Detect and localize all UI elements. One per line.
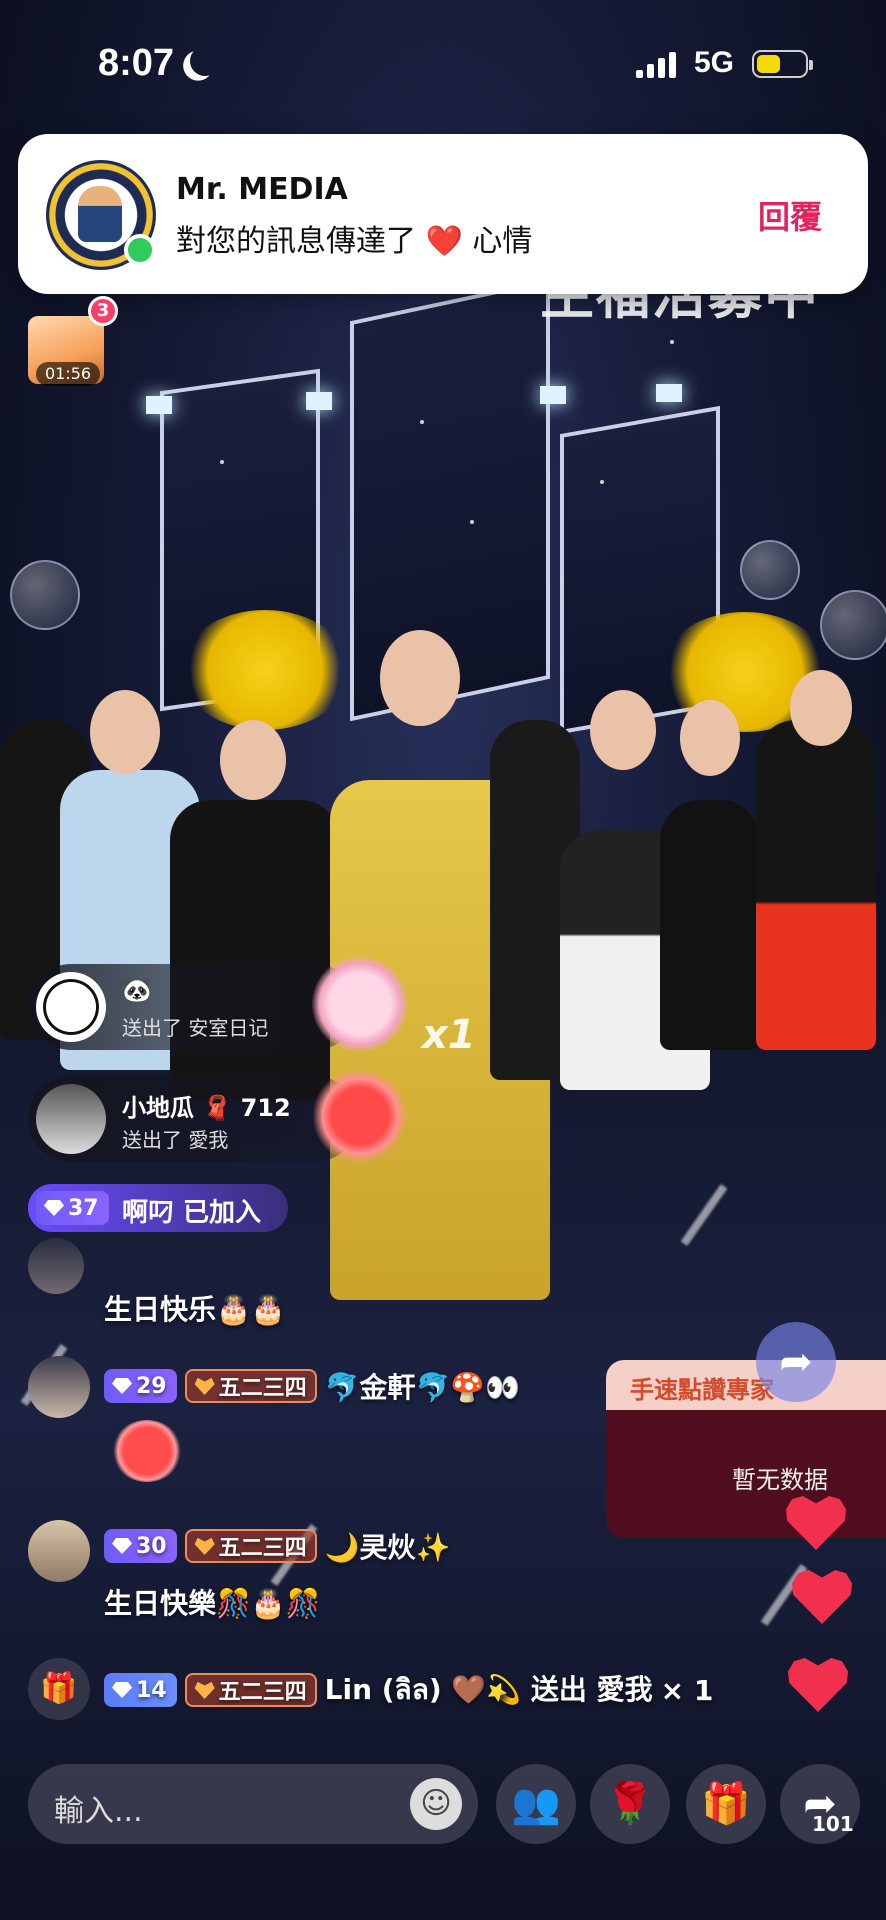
ranking-title: 手速點讚專家 [630,1376,774,1404]
diamond-icon [112,1378,132,1394]
chat-message: 14 五二三四 Lin (ลิล) 🤎💫 送出 愛我 × 1 [104,1668,713,1712]
fan-badge: 五二三四 [184,1673,317,1707]
notification-banner[interactable]: Mr. MEDIA 對您的訊息傳達了 ❤️ 心情 回覆 [18,134,868,294]
level-badge: 14 [104,1673,177,1707]
stage-light [306,392,332,410]
balloon [740,540,800,600]
gift-notification: 小地瓜 🧣 712 送出了 愛我 [28,1068,408,1164]
gift-box-icon[interactable]: 🎁 [28,1658,90,1720]
gift-icon[interactable]: 🎁 [686,1764,766,1844]
flower-arrangement [180,610,350,730]
fan-badge: 五二三四 [184,1529,317,1563]
chat-message: 30 五二三四 🌙㚑炏✨ [104,1526,450,1566]
diamond-icon [112,1538,132,1554]
performer-head [380,630,460,726]
gift-diary-icon [312,956,408,1052]
stage-star [600,480,604,484]
chat-message-text: 生日快樂🎊🎂🎊 [104,1587,321,1620]
balloon [10,560,80,630]
performer-head [790,670,852,746]
gift-notification: 🐼 送出了 安室日记 [28,956,408,1052]
status-bar: 8:07 5G [0,0,886,120]
network-type: 5G [694,46,735,79]
performer-head [590,690,656,770]
reply-button[interactable]: 回覆 [758,192,822,238]
stage-star [670,340,674,344]
input-placeholder: 輸入... [54,1794,143,1829]
fan-heart-icon [194,1537,215,1555]
level-badge: 30 [104,1529,177,1563]
heart-face-sticker-icon [112,1420,182,1482]
chat-username: 🌙㚑炏✨ [324,1531,451,1564]
diamond-icon [44,1200,64,1216]
diamond-icon [112,1682,132,1698]
gift-action: 送出了 安室日记 [122,1016,269,1040]
share-float-icon[interactable]: ➦ [756,1322,836,1402]
performer-head [90,690,160,774]
notification-message: 對您的訊息傳達了 ❤️ 心情 [176,224,533,259]
ranking-empty: 暫无数据 [732,1466,828,1494]
performer [660,800,760,1050]
performer [170,800,340,1100]
chat-avatar[interactable] [28,1356,90,1418]
fan-badge: 五二三四 [184,1369,317,1403]
notification-sender: Mr. MEDIA [176,172,348,207]
signal-icon [636,52,676,78]
chest-timer: 01:56 [36,362,100,386]
performer-head [220,720,286,800]
gift-sender: 小地瓜 🧣 712 [122,1094,291,1122]
chat-avatar[interactable] [28,1520,90,1582]
status-time: 8:07 [98,42,175,84]
comment-input[interactable]: 輸入... ☺ [28,1764,478,1844]
rose-gift-icon[interactable]: 🌹 [590,1764,670,1844]
gift-action: 送出了 愛我 [122,1128,229,1152]
stage-light [540,386,566,404]
gift-count: × 1 [660,1673,714,1707]
fan-heart-icon [194,1681,215,1699]
battery-icon [752,50,813,78]
chat-username: Lin (ลิล) 🤎💫 送出 愛我 [324,1673,653,1706]
join-text: 啊叼 已加入 [122,1198,262,1228]
chest-badge: 3 [88,296,118,326]
chat-message: 29 五二三四 🐬金軒🐬🍄👀 [104,1366,520,1406]
chat-avatar[interactable] [28,1238,84,1294]
multi-guest-icon[interactable]: 👥 [496,1764,576,1844]
gift-sender: 🐼 [122,976,152,1004]
chat-username: 🐬金軒🐬🍄👀 [324,1371,521,1404]
chat-message: 生日快乐🎂🎂 [104,1293,286,1326]
stage-light [656,384,682,402]
user-avatar[interactable] [36,1084,106,1154]
join-notice: 37 啊叼 已加入 [28,1184,288,1232]
heart-face-gift-icon [312,1068,408,1164]
online-indicator [124,234,156,266]
performer [756,720,876,1050]
level-badge: 37 [36,1191,109,1225]
stage-star [470,520,474,524]
performer-head [680,700,740,776]
gift-multiplier: x1 [422,1012,476,1058]
share-count: 101 [812,1812,854,1836]
stage-star [420,420,424,424]
level-badge: 29 [104,1369,177,1403]
moon-icon [186,42,224,80]
fan-heart-icon [194,1377,215,1395]
user-avatar[interactable] [36,972,106,1042]
stage-star [220,460,224,464]
emoji-icon[interactable]: ☺ [410,1778,462,1830]
balloon [820,590,886,660]
stage-light [146,396,172,414]
